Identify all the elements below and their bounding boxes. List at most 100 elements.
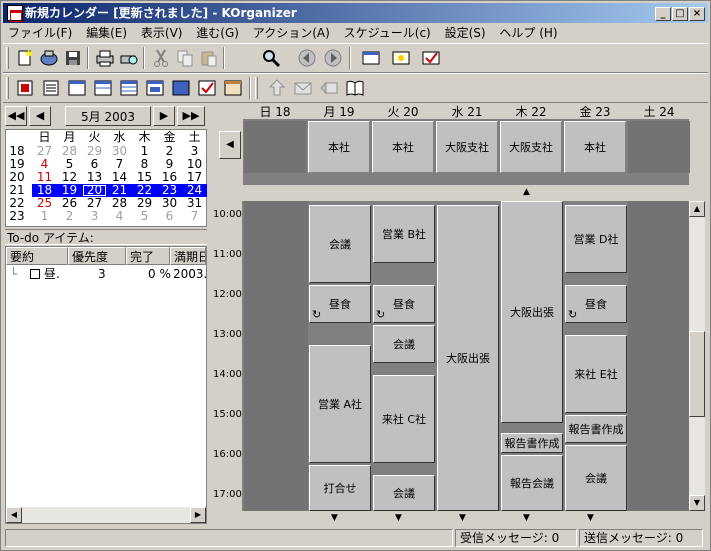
next-month-button[interactable]: ▶ [153,106,175,126]
event-block[interactable]: 会議 [373,325,435,363]
day-header[interactable]: 火 20 [371,105,435,119]
day-cell[interactable]: 7 [182,210,207,223]
day-header[interactable]: 日 18 [243,105,307,119]
menu-file[interactable]: ファイル(F) [3,23,77,43]
back-icon[interactable] [295,47,319,69]
agenda-vscrollbar[interactable]: ▲ ▼ [689,201,705,511]
col-due[interactable]: 満期日 [170,247,206,265]
minimize-button[interactable]: _ [655,7,671,21]
allday-event[interactable]: 本社 [308,121,370,173]
scroll-right-button[interactable]: ▶ [190,507,206,523]
allday-cell-weekend[interactable] [244,121,306,173]
more-events-arrow-icon[interactable]: ▼ [587,513,594,523]
day-cell[interactable]: 6 [157,210,182,223]
day-column-thu[interactable]: 大阪出張 報告書作成 報告会議 [500,201,564,511]
event-block[interactable]: 昼食 ↻ [565,285,627,323]
day-cell[interactable]: 4 [107,210,132,223]
addressbook-icon[interactable] [343,77,367,99]
allday-cell-weekend[interactable] [628,121,690,173]
list-view-icon[interactable] [39,77,63,99]
todo-hscrollbar[interactable]: ◀ ▶ [6,507,206,523]
today-icon[interactable] [13,77,37,99]
day-cell[interactable]: 1 [32,210,57,223]
maximize-button[interactable]: □ [672,7,688,21]
menu-schedule[interactable]: スケジュール(c) [339,23,436,43]
todo-checkbox[interactable] [30,269,40,279]
save-icon[interactable] [61,47,85,69]
upload-icon[interactable] [265,77,289,99]
event-block[interactable]: 昼食 ↻ [373,285,435,323]
event-block[interactable]: 来社 C社 [373,375,435,463]
print-icon[interactable] [93,47,117,69]
allday-event[interactable]: 本社 [564,121,626,173]
allday-event[interactable]: 大阪支社 [500,121,562,173]
journal-view-icon[interactable] [221,77,245,99]
prev-year-button[interactable]: ◀◀ [5,106,27,126]
day-column-tue[interactable]: 営業 B社 昼食 ↻ 会議 来社 C社 会議 [372,201,436,511]
day-header[interactable]: 水 21 [435,105,499,119]
nextx-view-icon[interactable] [143,77,167,99]
paste-icon[interactable] [197,47,221,69]
event-block[interactable]: 営業 A社 [309,345,371,463]
more-events-arrow-icon[interactable]: ▼ [331,513,338,523]
event-block[interactable]: 報告書作成 [565,415,627,443]
open-icon[interactable] [37,47,61,69]
day-column-sun[interactable] [244,201,308,511]
day-column-mon[interactable]: 会議 昼食 ↻ 営業 A社 打合せ [308,201,372,511]
day-column-sat[interactable] [628,201,689,511]
menu-edit[interactable]: 編集(E) [81,23,132,43]
close-button[interactable]: × [689,7,705,21]
menu-actions[interactable]: アクション(A) [248,23,335,43]
prev-month-button[interactable]: ◀ [29,106,51,126]
workweek-view-icon[interactable] [91,77,115,99]
allday-event[interactable]: 本社 [372,121,434,173]
allday-collapse-button[interactable]: ◀ [219,131,241,159]
day-header[interactable]: 月 19 [307,105,371,119]
more-events-arrow-icon[interactable]: ▼ [395,513,402,523]
month-label[interactable]: 5月 2003 [65,106,151,126]
next-year-button[interactable]: ▶▶ [177,106,205,126]
more-events-arrow-icon[interactable]: ▼ [459,513,466,523]
scroll-up-arrow-icon[interactable]: ▲ [523,187,530,197]
scroll-up-button[interactable]: ▲ [689,201,705,217]
event-block[interactable]: 来社 E社 [565,335,627,413]
search-icon[interactable] [259,47,283,69]
event-block[interactable]: 報告書作成 [501,433,563,453]
event-block[interactable]: 会議 [565,445,627,511]
event-block[interactable]: 打合せ [309,465,371,511]
day-view-icon[interactable] [65,77,89,99]
scroll-thumb[interactable] [689,331,705,417]
menu-help[interactable]: ヘルプ (H) [494,23,562,43]
day-header[interactable]: 土 24 [627,105,691,119]
day-header[interactable]: 金 23 [563,105,627,119]
table-row[interactable]: └ 昼. 3 0 % 2003. [6,266,206,282]
event-block[interactable]: 会議 [309,205,371,283]
new-todo-icon[interactable] [389,47,413,69]
event-block[interactable]: 大阪出張 [501,201,563,423]
export-icon[interactable] [317,77,341,99]
week-view-icon[interactable] [117,77,141,99]
menu-view[interactable]: 表示(V) [136,23,188,43]
event-block[interactable]: 会議 [373,475,435,511]
new-journal-icon[interactable] [359,47,383,69]
day-column-fri[interactable]: 営業 D社 昼食 ↻ 来社 E社 報告書作成 会議 [564,201,628,511]
event-block[interactable]: 大阪出張 [437,205,499,511]
day-column-wed[interactable]: 大阪出張 [436,201,500,511]
col-priority[interactable]: 優先度 [68,247,126,265]
event-block[interactable]: 報告会議 [501,455,563,511]
event-block[interactable]: 営業 D社 [565,205,627,273]
mail-icon[interactable] [291,77,315,99]
month-view-icon[interactable] [169,77,193,99]
day-header[interactable]: 木 22 [499,105,563,119]
print-preview-icon[interactable] [117,47,141,69]
copy-icon[interactable] [173,47,197,69]
scroll-left-button[interactable]: ◀ [6,507,22,523]
day-cell[interactable]: 5 [132,210,157,223]
day-cell[interactable]: 2 [57,210,82,223]
checklist-icon[interactable] [419,47,443,69]
scroll-down-button[interactable]: ▼ [689,495,705,511]
cut-icon[interactable] [149,47,173,69]
toolbar-grip[interactable] [6,47,9,69]
menu-go[interactable]: 進む(G) [191,23,244,43]
day-cell[interactable]: 3 [82,210,107,223]
